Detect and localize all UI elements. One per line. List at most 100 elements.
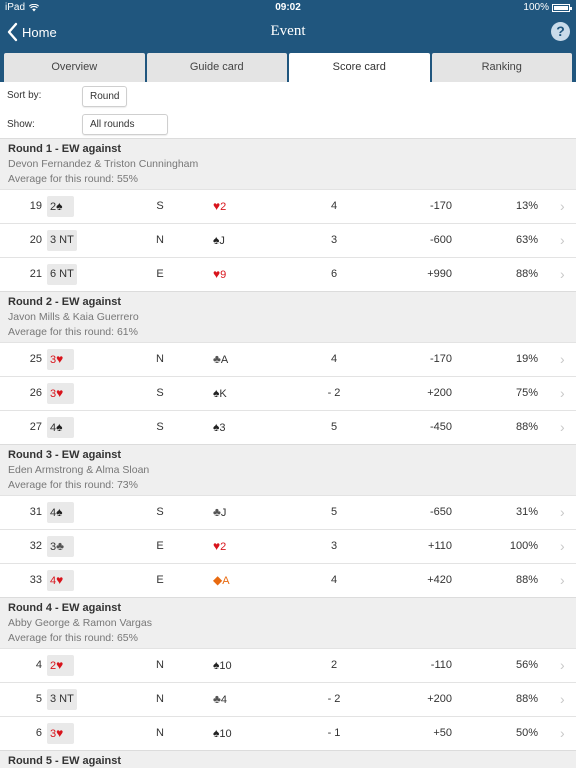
contract: 3 NT xyxy=(47,689,77,710)
board-row[interactable]: 33 4♥ E ◆A 4 +420 88% › xyxy=(0,563,576,597)
board-row[interactable]: 31 4♠ S ♣J 5 -650 31% › xyxy=(0,495,576,529)
board-number: 31 xyxy=(29,506,42,518)
tab-overview[interactable]: Overview xyxy=(4,53,145,82)
board-number: 33 xyxy=(29,574,42,586)
lead-card: A xyxy=(220,354,229,366)
tricks: - 2 xyxy=(327,387,341,399)
declarer: S xyxy=(156,506,164,518)
percentage: 63% xyxy=(515,234,538,246)
opening-lead: ♥2 xyxy=(213,530,273,564)
chevron-right-icon: › xyxy=(560,385,565,401)
heart-icon: ♥ xyxy=(56,726,64,740)
percentage: 31% xyxy=(515,506,538,518)
declarer: E xyxy=(156,540,164,552)
lead-card: 10 xyxy=(219,728,232,740)
contract: 4♠ xyxy=(47,417,74,438)
club-icon: ♣ xyxy=(213,692,221,706)
contract: 3♣ xyxy=(47,536,74,557)
round-title: Round 5 - EW against xyxy=(8,755,122,767)
opening-lead: ♠3 xyxy=(213,411,273,445)
chevron-right-icon: › xyxy=(560,351,565,367)
lead-card: K xyxy=(219,388,227,400)
board-row[interactable]: 26 3♥ S ♠K - 2 +200 75% › xyxy=(0,376,576,410)
opening-lead: ♠10 xyxy=(213,717,273,751)
round-header: Round 5 - EW against xyxy=(0,750,576,768)
percentage: 50% xyxy=(515,727,538,739)
tricks: 3 xyxy=(330,540,338,552)
board-number: 6 xyxy=(35,727,42,739)
score: -170 xyxy=(429,353,452,365)
club-icon: ♣ xyxy=(213,505,221,519)
contract: 4♠ xyxy=(47,502,74,523)
show-selector[interactable]: All rounds xyxy=(82,114,168,135)
score: -110 xyxy=(430,659,452,671)
declarer: S xyxy=(156,421,164,433)
tab-bar: Overview Guide card Score card Ranking xyxy=(0,48,576,82)
sort-selector[interactable]: Round xyxy=(82,86,128,107)
tab-ranking[interactable]: Ranking xyxy=(431,53,572,82)
heart-icon: ♥ xyxy=(56,658,64,672)
status-bar: iPad 09:02 100% xyxy=(0,0,576,16)
percentage: 88% xyxy=(515,693,538,705)
contract: 3♥ xyxy=(47,349,74,370)
declarer: N xyxy=(156,659,164,671)
round-header: Round 4 - EW against Abby George & Ramon … xyxy=(0,597,576,648)
board-number: 26 xyxy=(29,387,42,399)
round-average: Average for this round: 65% xyxy=(8,632,138,644)
chevron-right-icon: › xyxy=(560,725,565,741)
contract: 2♥ xyxy=(47,655,74,676)
lead-card: 4 xyxy=(220,694,227,706)
board-row[interactable]: 19 2♠ S ♥2 4 -170 13% › xyxy=(0,189,576,223)
opening-lead: ♣J xyxy=(213,496,273,530)
chevron-right-icon: › xyxy=(560,657,565,673)
board-number: 25 xyxy=(29,353,42,365)
lead-card: J xyxy=(219,235,225,247)
board-row[interactable]: 25 3♥ N ♣A 4 -170 19% › xyxy=(0,342,576,376)
lead-card: 2 xyxy=(220,541,227,553)
chevron-right-icon: › xyxy=(560,198,565,214)
opening-lead: ♣A xyxy=(213,343,273,377)
show-label: Show: xyxy=(7,119,35,130)
score: +200 xyxy=(427,693,452,705)
board-row[interactable]: 32 3♣ E ♥2 3 +110 100% › xyxy=(0,529,576,563)
percentage: 100% xyxy=(509,540,538,552)
declarer: N xyxy=(156,234,164,246)
tricks: 6 xyxy=(330,268,338,280)
heart-icon: ♥ xyxy=(56,386,64,400)
board-row[interactable]: 4 2♥ N ♠10 2 -110 56% › xyxy=(0,648,576,682)
lead-card: 3 xyxy=(219,422,226,434)
tab-guide-card[interactable]: Guide card xyxy=(146,53,287,82)
battery-icon xyxy=(552,3,572,12)
board-row[interactable]: 6 3♥ N ♠10 - 1 +50 50% › xyxy=(0,716,576,750)
round-title: Round 3 - EW against xyxy=(8,449,122,461)
nav-bar: Home Event ? xyxy=(0,16,576,48)
round-average: Average for this round: 55% xyxy=(8,173,138,185)
round-players: Javon Mills & Kaia Guerrero xyxy=(8,311,139,323)
board-row[interactable]: 5 3 NT N ♣4 - 2 +200 88% › xyxy=(0,682,576,716)
lead-card: 9 xyxy=(220,269,227,281)
club-icon: ♣ xyxy=(56,539,64,553)
round-players: Devon Fernandez & Triston Cunningham xyxy=(8,158,199,170)
opening-lead: ♠J xyxy=(213,224,273,258)
board-number: 19 xyxy=(29,200,42,212)
round-header: Round 1 - EW against Devon Fernandez & Tr… xyxy=(0,138,576,189)
round-players: Abby George & Ramon Vargas xyxy=(8,617,152,629)
opening-lead: ♠K xyxy=(213,377,273,411)
board-number: 27 xyxy=(29,421,42,433)
club-icon: ♣ xyxy=(213,352,221,366)
lead-card: A xyxy=(222,575,230,587)
percentage: 13% xyxy=(515,200,538,212)
board-row[interactable]: 27 4♠ S ♠3 5 -450 88% › xyxy=(0,410,576,444)
battery-group: 100% xyxy=(523,2,572,13)
chevron-right-icon: › xyxy=(560,266,565,282)
board-row[interactable]: 20 3 NT N ♠J 3 -600 63% › xyxy=(0,223,576,257)
diamond-icon: ◆ xyxy=(213,573,223,587)
help-icon[interactable]: ? xyxy=(551,22,570,41)
tab-score-card[interactable]: Score card xyxy=(289,53,430,82)
status-time: 09:02 xyxy=(275,2,301,13)
chevron-right-icon: › xyxy=(560,232,565,248)
declarer: N xyxy=(156,353,164,365)
contract-level: 6 NT xyxy=(50,268,74,280)
board-row[interactable]: 21 6 NT E ♥9 6 +990 88% › xyxy=(0,257,576,291)
round-header: Round 3 - EW against Eden Armstrong & Alm… xyxy=(0,444,576,495)
